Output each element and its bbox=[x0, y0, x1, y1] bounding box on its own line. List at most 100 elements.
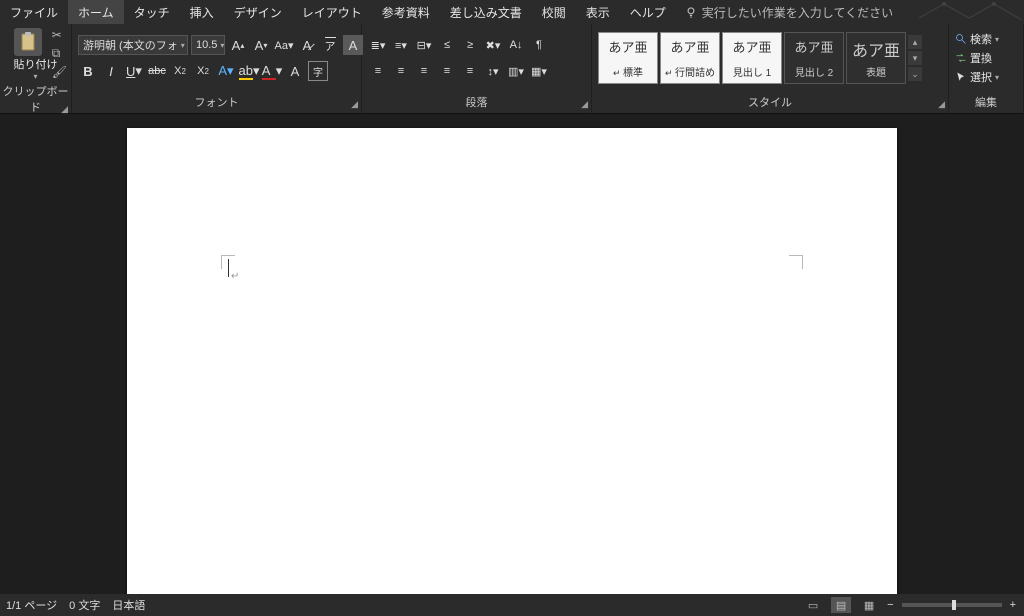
font-name-combo[interactable]: 游明朝 (本文のフォ▾ bbox=[78, 35, 188, 55]
style-nospacing[interactable]: あア亜 ↵ 行間詰め bbox=[660, 32, 720, 84]
align-left-button[interactable]: ≡ bbox=[368, 61, 388, 81]
view-web-layout[interactable]: ▦ bbox=[859, 597, 879, 613]
underline-button[interactable]: U▾ bbox=[124, 61, 144, 81]
styles-scroll-down[interactable]: ▾ bbox=[908, 51, 922, 65]
zoom-slider[interactable] bbox=[902, 603, 1002, 607]
styles-scroll-up[interactable]: ▴ bbox=[908, 35, 922, 49]
zoom-in-button[interactable]: + bbox=[1010, 599, 1016, 611]
chevron-down-icon: ▾ bbox=[220, 41, 224, 50]
style-normal[interactable]: あア亜 ↵ 標準 bbox=[598, 32, 658, 84]
find-button[interactable]: 検索▾ bbox=[955, 31, 999, 47]
group-clipboard-label: クリップボード bbox=[3, 86, 69, 114]
align-justify-button[interactable]: ≡ bbox=[437, 61, 457, 81]
subscript-button[interactable]: X2 bbox=[170, 61, 190, 81]
view-print-layout[interactable]: ▤ bbox=[831, 597, 851, 613]
tab-insert[interactable]: 挿入 bbox=[180, 0, 224, 25]
character-shading-button[interactable]: A bbox=[285, 61, 305, 81]
style-heading1[interactable]: あア亜 見出し 1 bbox=[722, 32, 782, 84]
group-editing-label: 編集 bbox=[975, 97, 997, 109]
borders-button[interactable]: ▦▾ bbox=[529, 61, 549, 81]
tell-me-placeholder: 実行したい作業を入力してください bbox=[702, 4, 893, 21]
copy-button[interactable]: ⧉ bbox=[52, 46, 67, 61]
text-effects-button[interactable]: A▾ bbox=[216, 61, 236, 81]
tab-review[interactable]: 校閲 bbox=[532, 0, 576, 25]
replace-button[interactable]: 置換 bbox=[955, 50, 992, 66]
tab-layout[interactable]: レイアウト bbox=[292, 0, 372, 25]
zoom-out-button[interactable]: − bbox=[887, 599, 893, 611]
select-label: 選択 bbox=[970, 69, 992, 85]
align-right-button[interactable]: ≡ bbox=[414, 61, 434, 81]
character-border-button[interactable]: 字 bbox=[308, 61, 328, 81]
tab-design[interactable]: デザイン bbox=[224, 0, 292, 25]
cursor-icon bbox=[955, 71, 967, 83]
superscript-button[interactable]: X2 bbox=[193, 61, 213, 81]
numbering-button[interactable]: ≡▾ bbox=[391, 35, 411, 55]
paragraph-mark-icon: ↵ bbox=[231, 271, 239, 282]
tab-touch[interactable]: タッチ bbox=[124, 0, 180, 25]
select-button[interactable]: 選択▾ bbox=[955, 69, 999, 85]
tab-references[interactable]: 参考資料 bbox=[372, 0, 440, 25]
phonetic-guide-button[interactable]: ア bbox=[320, 35, 340, 55]
styles-launcher[interactable]: ◢ bbox=[938, 99, 945, 110]
clear-formatting-button[interactable]: A̷ bbox=[297, 35, 317, 55]
bullets-button[interactable]: ≣▾ bbox=[368, 35, 388, 55]
change-case-button[interactable]: Aa▾ bbox=[274, 35, 294, 55]
tab-mailmerge[interactable]: 差し込み文書 bbox=[440, 0, 532, 25]
tab-view[interactable]: 表示 bbox=[576, 0, 620, 25]
tell-me-search[interactable]: 実行したい作業を入力してください bbox=[676, 4, 901, 21]
status-bar: 1/1 ページ 0 文字 日本語 ▭ ▤ ▦ − + bbox=[0, 594, 1024, 616]
tab-file[interactable]: ファイル bbox=[0, 0, 68, 25]
line-spacing-button[interactable]: ↕▾ bbox=[483, 61, 503, 81]
zoom-slider-thumb[interactable] bbox=[952, 600, 956, 610]
asian-layout-button[interactable]: ✖▾ bbox=[483, 35, 503, 55]
decrease-indent-button[interactable]: ≤ bbox=[437, 35, 457, 55]
view-read-mode[interactable]: ▭ bbox=[803, 597, 823, 613]
search-icon bbox=[955, 33, 967, 45]
italic-button[interactable]: I bbox=[101, 61, 121, 81]
style-preview: あア亜 bbox=[852, 37, 900, 61]
style-title[interactable]: あア亜 表題 bbox=[846, 32, 906, 84]
font-color-button[interactable]: A▾ bbox=[262, 61, 282, 81]
sort-button[interactable]: A↓ bbox=[506, 35, 526, 55]
multilevel-list-button[interactable]: ⊟▾ bbox=[414, 35, 434, 55]
document-canvas[interactable]: ↵ bbox=[0, 114, 1024, 594]
font-launcher[interactable]: ◢ bbox=[351, 99, 358, 110]
styles-gallery-expand[interactable]: ⌄ bbox=[908, 67, 922, 81]
clipboard-launcher[interactable]: ◢ bbox=[61, 104, 68, 115]
bold-button[interactable]: B bbox=[78, 61, 98, 81]
enclose-characters-button[interactable]: A bbox=[343, 35, 363, 55]
group-styles: あア亜 ↵ 標準 あア亜 ↵ 行間詰め あア亜 見出し 1 あア亜 見出し 2 … bbox=[592, 24, 949, 113]
status-word-count[interactable]: 0 文字 bbox=[69, 597, 100, 613]
tab-help[interactable]: ヘルプ bbox=[620, 0, 676, 25]
font-size-combo[interactable]: 10.5▾ bbox=[191, 35, 225, 55]
style-heading2[interactable]: あア亜 見出し 2 bbox=[784, 32, 844, 84]
format-painter-button[interactable]: 🖌 bbox=[52, 65, 67, 79]
shrink-font-button[interactable]: A▾ bbox=[251, 35, 271, 55]
align-center-button[interactable]: ≡ bbox=[391, 61, 411, 81]
increase-indent-button[interactable]: ≥ bbox=[460, 35, 480, 55]
page[interactable]: ↵ bbox=[127, 128, 897, 594]
find-label: 検索 bbox=[970, 31, 992, 47]
replace-icon bbox=[955, 52, 967, 64]
font-name-value: 游明朝 (本文のフォ bbox=[83, 37, 178, 53]
highlight-button[interactable]: ab▾ bbox=[239, 61, 259, 81]
style-heading2-label: 見出し 2 bbox=[795, 64, 833, 79]
status-page[interactable]: 1/1 ページ bbox=[6, 597, 57, 613]
cut-button[interactable]: ✂ bbox=[52, 28, 67, 42]
status-language[interactable]: 日本語 bbox=[112, 597, 145, 613]
tab-home[interactable]: ホーム bbox=[68, 0, 124, 25]
margin-mark-top-right bbox=[789, 255, 803, 269]
style-nospacing-label: ↵ 行間詰め bbox=[665, 64, 715, 79]
strikethrough-button[interactable]: abc bbox=[147, 61, 167, 81]
chevron-down-icon: ▾ bbox=[181, 41, 185, 50]
paragraph-launcher[interactable]: ◢ bbox=[581, 99, 588, 110]
shading-button[interactable]: ▥▾ bbox=[506, 61, 526, 81]
show-marks-button[interactable]: ¶ bbox=[529, 35, 549, 55]
grow-font-button[interactable]: A▴ bbox=[228, 35, 248, 55]
font-size-value: 10.5 bbox=[196, 39, 217, 51]
ribbon: 貼り付け ▾ ✂ ⧉ 🖌 クリップボード◢ 游明朝 (本文のフォ▾ 10.5▾ … bbox=[0, 24, 1024, 114]
text-cursor bbox=[228, 259, 229, 277]
style-normal-label: ↵ 標準 bbox=[613, 64, 643, 79]
distributed-button[interactable]: ≡ bbox=[460, 61, 480, 81]
group-editing: 検索▾ 置換 選択▾ 編集 bbox=[949, 24, 1024, 113]
